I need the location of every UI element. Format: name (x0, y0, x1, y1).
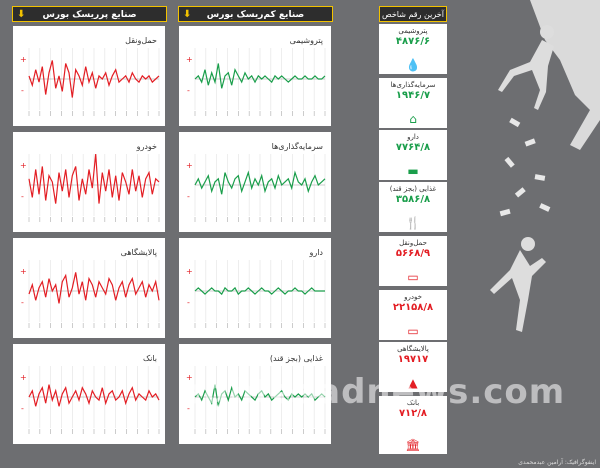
chart-svg: +- (186, 154, 326, 222)
cutlery-icon: 🍴 (405, 216, 421, 230)
watermark: eghtesadnews.com (180, 372, 566, 412)
chart-panel: بانک + - (13, 344, 165, 444)
minus-marker: - (21, 86, 24, 95)
index-value: ۲۲۱۵۸/۸ (392, 302, 434, 313)
minus-marker: - (187, 192, 190, 201)
house-icon: ⌂ (409, 112, 417, 126)
pill-icon: ▬ (407, 164, 419, 178)
index-card: پتروشیمی ۴۸۷۶/۶ 💧 (379, 24, 447, 74)
index-value: ۵۶۶۸/۹ (395, 248, 431, 259)
chart-svg: +- (186, 48, 326, 116)
low-risk-header: ⬇ صنایع کم‌ریسک بورس (178, 6, 333, 22)
plus-marker: + (20, 267, 27, 276)
chart-panel: دارو + - (179, 238, 331, 338)
plus-marker: + (20, 55, 27, 64)
minus-marker: - (187, 86, 190, 95)
climber-body (498, 40, 554, 110)
index-card: خودرو ۲۲۱۵۸/۸ ▭ (379, 290, 447, 340)
index-value: ۱۹۴۶/۷ (395, 90, 431, 101)
minus-marker: - (21, 298, 24, 307)
credit: اینفوگرافیک: آرامین عبدمحمدی (518, 459, 596, 466)
latest-header: آخرین رقم شاخص (379, 6, 447, 22)
index-card: غذایی (بجز قند) ۳۵۸۶/۸ 🍴 (379, 182, 447, 232)
index-value: ۳۵۸۶/۸ (395, 194, 431, 205)
truck-icon: ▭ (407, 270, 419, 284)
chart-svg: +- (20, 366, 160, 434)
chart-svg: +- (20, 260, 160, 328)
index-card: حمل‌ونقل ۵۶۶۸/۹ ▭ (379, 236, 447, 286)
index-card: سرمایه‌گذاری‌ها ۱۹۴۶/۷ ⌂ (379, 78, 447, 128)
chart-svg: +- (20, 153, 160, 222)
plus-marker: + (186, 267, 193, 276)
falling-figure (490, 250, 546, 332)
minus-marker: - (21, 404, 24, 413)
chart-panel: سرمایه‌گذاری‌ها + - (179, 132, 331, 232)
chart-panel: پتروشیمی + - (179, 26, 331, 126)
drop-icon: 💧 (405, 58, 421, 72)
index-name: حمل‌ونقل (399, 239, 427, 247)
index-name: سرمایه‌گذاری‌ها (390, 81, 436, 89)
index-name: پتروشیمی (398, 27, 428, 35)
chart-svg: +- (186, 260, 326, 328)
index-name: غذایی (بجز قند) (389, 185, 437, 193)
index-value: ۴۸۷۶/۶ (395, 36, 431, 47)
index-value: ۷۷۶۴/۸ (395, 142, 431, 153)
index-name: پالایشگاهی (397, 345, 429, 353)
falling-head (521, 237, 535, 251)
index-value: ۱۹۷۱۷ (397, 354, 429, 365)
climber-head (540, 25, 554, 39)
chart-svg: +- (20, 48, 160, 116)
car-icon: ▭ (407, 324, 419, 338)
minus-marker: - (21, 192, 24, 201)
plus-marker: + (186, 55, 193, 64)
climber-illustration (490, 0, 600, 332)
risky-header: ⬇ صنایع پرریسک بورس (12, 6, 167, 22)
low-risk-header-label: صنایع کم‌ریسک بورس (206, 10, 305, 20)
chart-panel: حمل‌ونقل + - (13, 26, 165, 126)
money-notes (499, 117, 551, 217)
index-name: خودرو (404, 293, 422, 301)
arrow-down-icon: ⬇ (17, 9, 26, 20)
index-card: دارو ۷۷۶۴/۸ ▬ (379, 130, 447, 180)
plus-marker: + (20, 161, 27, 170)
arrow-down-icon: ⬇ (183, 9, 192, 20)
plus-marker: + (20, 373, 27, 382)
index-name: دارو (407, 133, 419, 141)
chart-panel: خودرو + - (13, 132, 165, 232)
minus-marker: - (187, 298, 190, 307)
chart-panel: پالایشگاهی + - (13, 238, 165, 338)
plus-marker: + (186, 161, 193, 170)
risky-header-label: صنایع پرریسک بورس (42, 10, 137, 20)
bank-icon: 🏛 (405, 438, 421, 452)
